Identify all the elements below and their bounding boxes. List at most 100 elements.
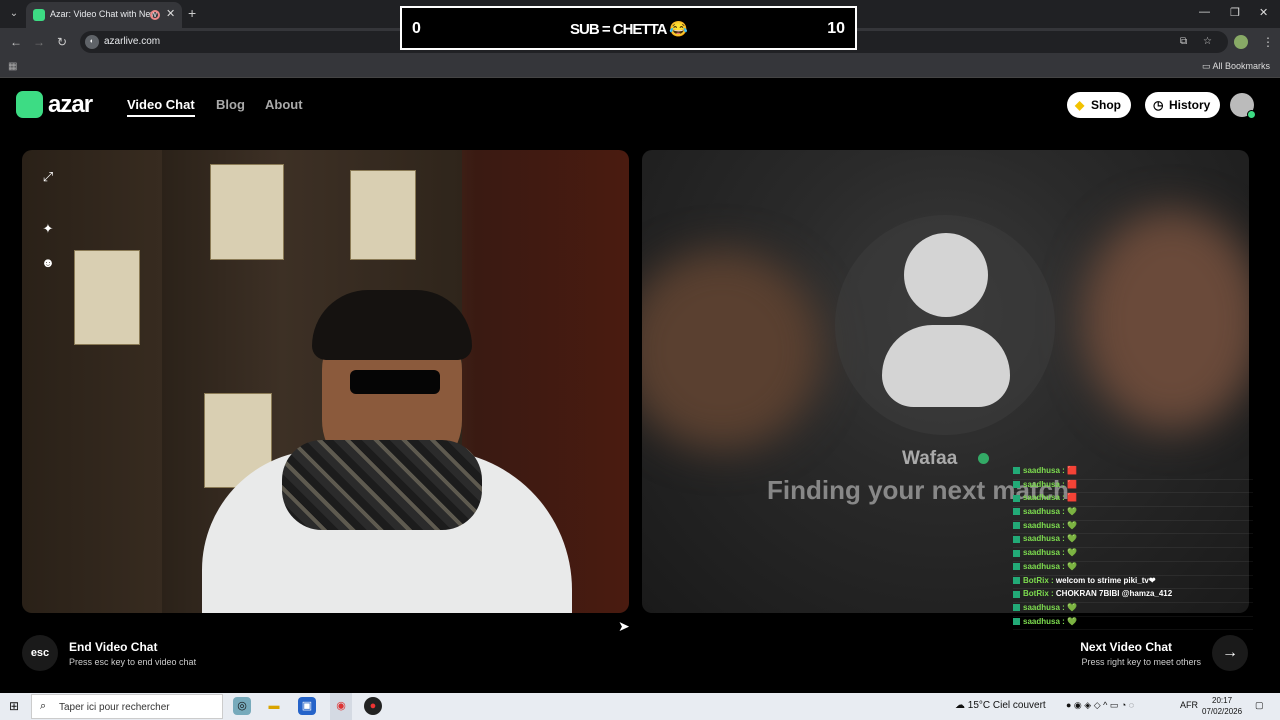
end-chat-button[interactable]: esc [22,635,58,671]
copilot-icon[interactable]: ◎ [233,697,251,715]
clock-date: 07/02/2026 [1202,707,1243,716]
avatar-head-icon [904,233,988,317]
score-left: 0 [412,20,421,37]
chrome-icon[interactable]: ◉ [332,697,350,715]
chat-text: CHOKRAN 7BIBI @hamza_412 [1055,589,1173,599]
next-chat-hint: Press right key to meet others [1081,657,1201,667]
url-text: azarlive.com [104,36,161,47]
face-filter-icon[interactable]: ☻ [40,255,56,271]
tray-icons[interactable]: ● ◉ ◈ ◇ ^ ▭ ◔ ◌ [1066,700,1134,711]
chat-badge-icon [1013,535,1020,543]
profile-avatar-icon[interactable] [1234,35,1248,49]
reload-icon[interactable]: ↻ [57,35,67,49]
bookmarks-bar: ▦ ▭ All Bookmarks [0,56,1280,78]
poster-image [350,170,416,260]
chat-text: 🟥 [1067,479,1077,489]
close-window-icon[interactable]: ✕ [1259,6,1268,19]
chat-message: saadhusa : 💚 [1013,507,1253,521]
chat-text: welcom to strime piki_tv❤ [1055,575,1156,585]
online-dot [1247,110,1256,119]
chat-badge-icon [1013,590,1020,598]
obs-icon[interactable]: ● [364,697,382,715]
nav-blog[interactable]: Blog [216,97,245,112]
new-tab-icon[interactable]: + [188,5,196,21]
file-explorer-icon[interactable]: ▬ [265,697,283,715]
weather-widget[interactable]: ☁ 15°C Ciel couvert [955,700,1046,711]
minimize-icon[interactable]: — [1199,6,1210,18]
chat-message: saadhusa : 💚 [1013,521,1253,535]
self-video: ⤢ ✦ ☻ [22,150,629,613]
chat-message: BotRix : welcom to strime piki_tv❤ [1013,576,1253,590]
chat-message: saadhusa : 💚 [1013,548,1253,562]
language-indicator[interactable]: AFR [1180,700,1198,710]
history-button[interactable]: ◷ History [1145,92,1221,118]
next-chat-button[interactable]: → [1212,635,1248,671]
tab-search-icon[interactable]: ⌄ [6,6,22,22]
chat-badge-icon [1013,576,1020,584]
next-chat-title: Next Video Chat [1080,640,1172,654]
chat-message: saadhusa : 🟥 [1013,480,1253,494]
poster-image [210,164,284,260]
chat-text: 💚 [1067,534,1077,544]
chat-message: saadhusa : 💚 [1013,534,1253,549]
magic-wand-icon[interactable]: ✦ [40,221,56,237]
clock[interactable]: 20:17 07/02/2026 [1202,695,1242,717]
taskbar-search[interactable]: ⌕ Taper ici pour rechercher [31,694,223,719]
windows-start-icon[interactable]: ⊞ [9,699,19,713]
mouse-cursor-icon: ➤ [618,618,630,634]
install-app-icon[interactable]: ⧉ [1180,36,1187,47]
chat-badge-icon [1013,617,1020,625]
restore-icon[interactable]: ❐ [1230,6,1240,19]
stream-score-overlay: 0 SUB = CHETTA 😂 10 [400,6,857,50]
chat-text: 🟥 [1067,493,1077,503]
scarf [282,440,482,530]
shop-button[interactable]: ◆ Shop [1067,92,1131,118]
forward-icon[interactable]: → [33,35,45,49]
chat-badge-icon [1013,481,1020,489]
clock-time: 20:17 [1212,696,1233,705]
chat-message: BotRix : CHOKRAN 7BIBI @hamza_412 [1013,589,1253,603]
chat-username: saadhusa : [1023,548,1065,558]
poster-image [74,250,140,345]
tab-close-icon[interactable]: ✕ [166,7,175,20]
chat-text: 🟥 [1067,466,1077,475]
chat-badge-icon [1013,549,1020,557]
end-chat-title: End Video Chat [69,640,158,654]
blurred-background [1082,210,1249,430]
stream-chat: saadhusa : 🟥 saadhusa : 🟥 saadhusa : 🟥 saad… [1013,466,1253,631]
bookmark-star-icon[interactable]: ☆ [1203,36,1212,47]
chat-message: saadhusa : 🟥 [1013,493,1253,508]
chat-username: saadhusa : [1023,534,1065,544]
chat-message: saadhusa : 💚 [1013,562,1253,576]
nav-video-chat[interactable]: Video Chat [127,97,195,117]
nav-about[interactable]: About [265,97,303,112]
azar-favicon-icon [33,9,45,21]
chat-badge-icon [1013,604,1020,612]
chat-username: BotRix : [1023,589,1054,599]
chat-badge-icon [1013,467,1020,475]
chat-text: 💚 [1067,520,1077,530]
logo-text: azar [48,91,93,118]
all-bookmarks-label: All Bookmarks [1212,61,1270,71]
chat-badge-icon [1013,508,1020,516]
chat-username: saadhusa : [1023,479,1065,489]
expand-icon[interactable]: ⤢ [40,169,56,185]
weather-text: 15°C Ciel couvert [967,700,1046,711]
profile-avatar[interactable] [1230,93,1256,119]
site-info-icon[interactable]: ◐ [85,35,99,49]
match-name: Wafaa [902,448,958,469]
notification-icon[interactable]: ▢ [1255,700,1264,711]
chat-username: saadhusa : [1023,602,1065,612]
browser-tab[interactable]: Azar: Video Chat with New ✕ [26,2,182,28]
end-chat-hint: Press esc key to end video chat [69,657,197,667]
all-bookmarks[interactable]: ▭ All Bookmarks [1202,61,1270,72]
menu-dots-icon[interactable]: ⋮ [1262,35,1274,49]
gem-icon: ◆ [1075,98,1085,112]
chat-badge-icon [1013,522,1020,530]
back-icon[interactable]: ← [10,35,22,49]
store-icon[interactable]: ▣ [298,697,316,715]
hair [312,290,472,360]
taskbar: ⊞ ⌕ Taper ici pour rechercher ◎ ▬ ▣ ◉ ● … [0,693,1280,720]
chat-username: BotRix : [1023,575,1054,585]
apps-grid-icon[interactable]: ▦ [8,61,17,72]
